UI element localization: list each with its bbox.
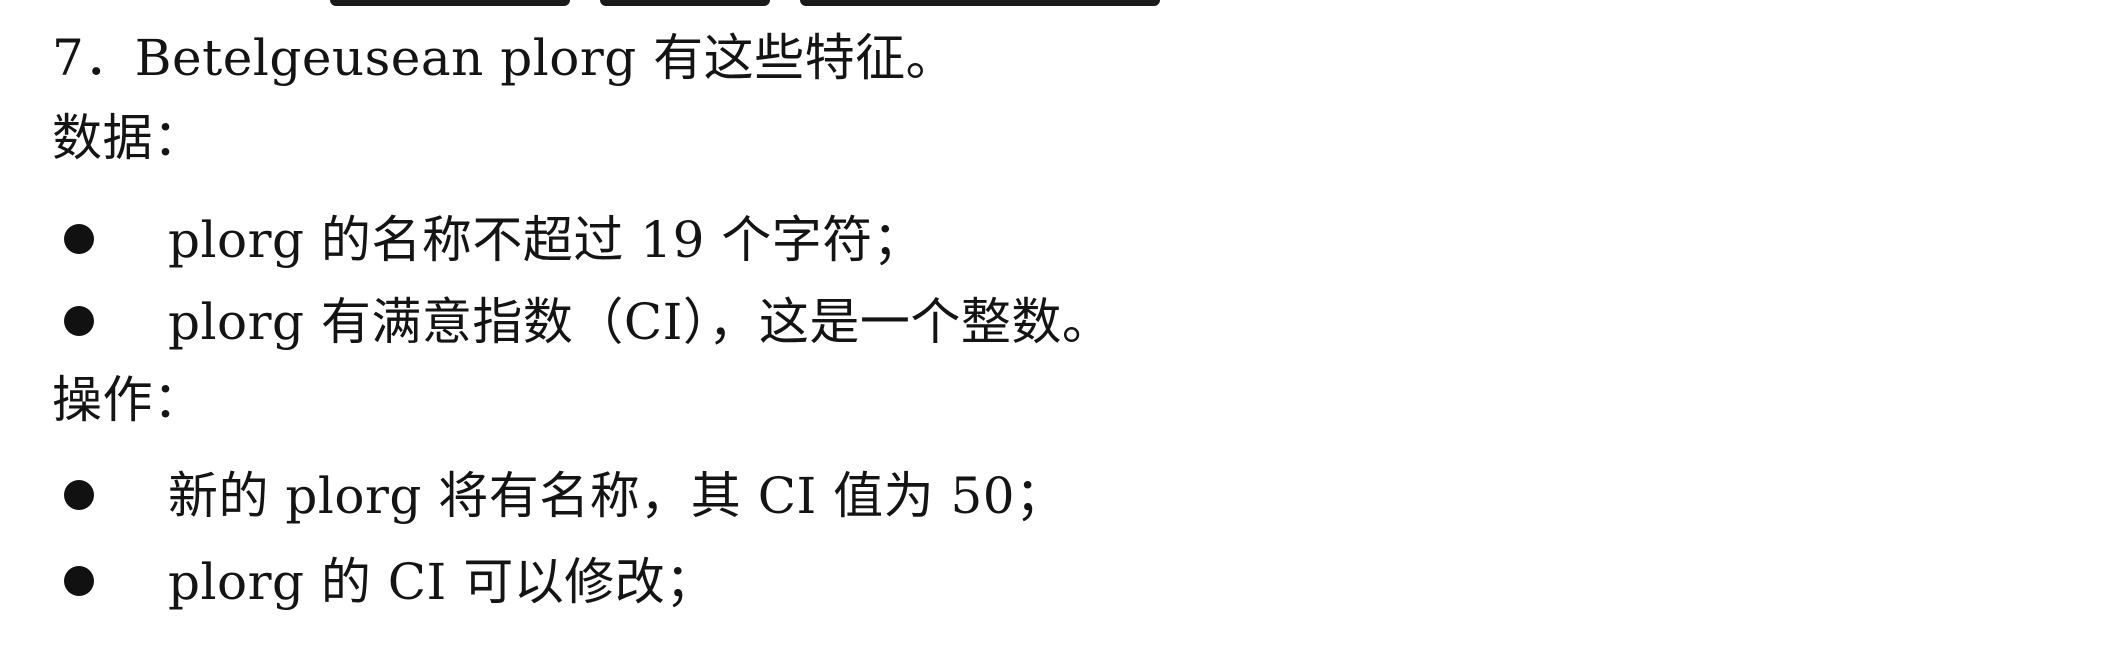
- list-item-text: plorg 有满意指数（CI），这是一个整数。: [168, 293, 1113, 351]
- list-item-text: plorg 的名称不超过 19 个字符；: [168, 211, 924, 269]
- data-heading: 数据：: [52, 109, 204, 167]
- list-item-text: 新的 plorg 将有名称，其 CI 值为 50；: [168, 467, 1066, 525]
- problem-title: 7．Betelgeusean plorg 有这些特征。: [52, 29, 957, 87]
- bullet-icon: [64, 566, 94, 596]
- bullet-icon: [64, 224, 94, 254]
- operations-heading: 操作：: [52, 371, 204, 429]
- bullet-icon: [64, 480, 94, 510]
- list-item-text: plorg 的 CI 可以修改；: [168, 553, 716, 611]
- bullet-icon: [64, 306, 94, 336]
- clipped-text-fragment: [0, 0, 2112, 8]
